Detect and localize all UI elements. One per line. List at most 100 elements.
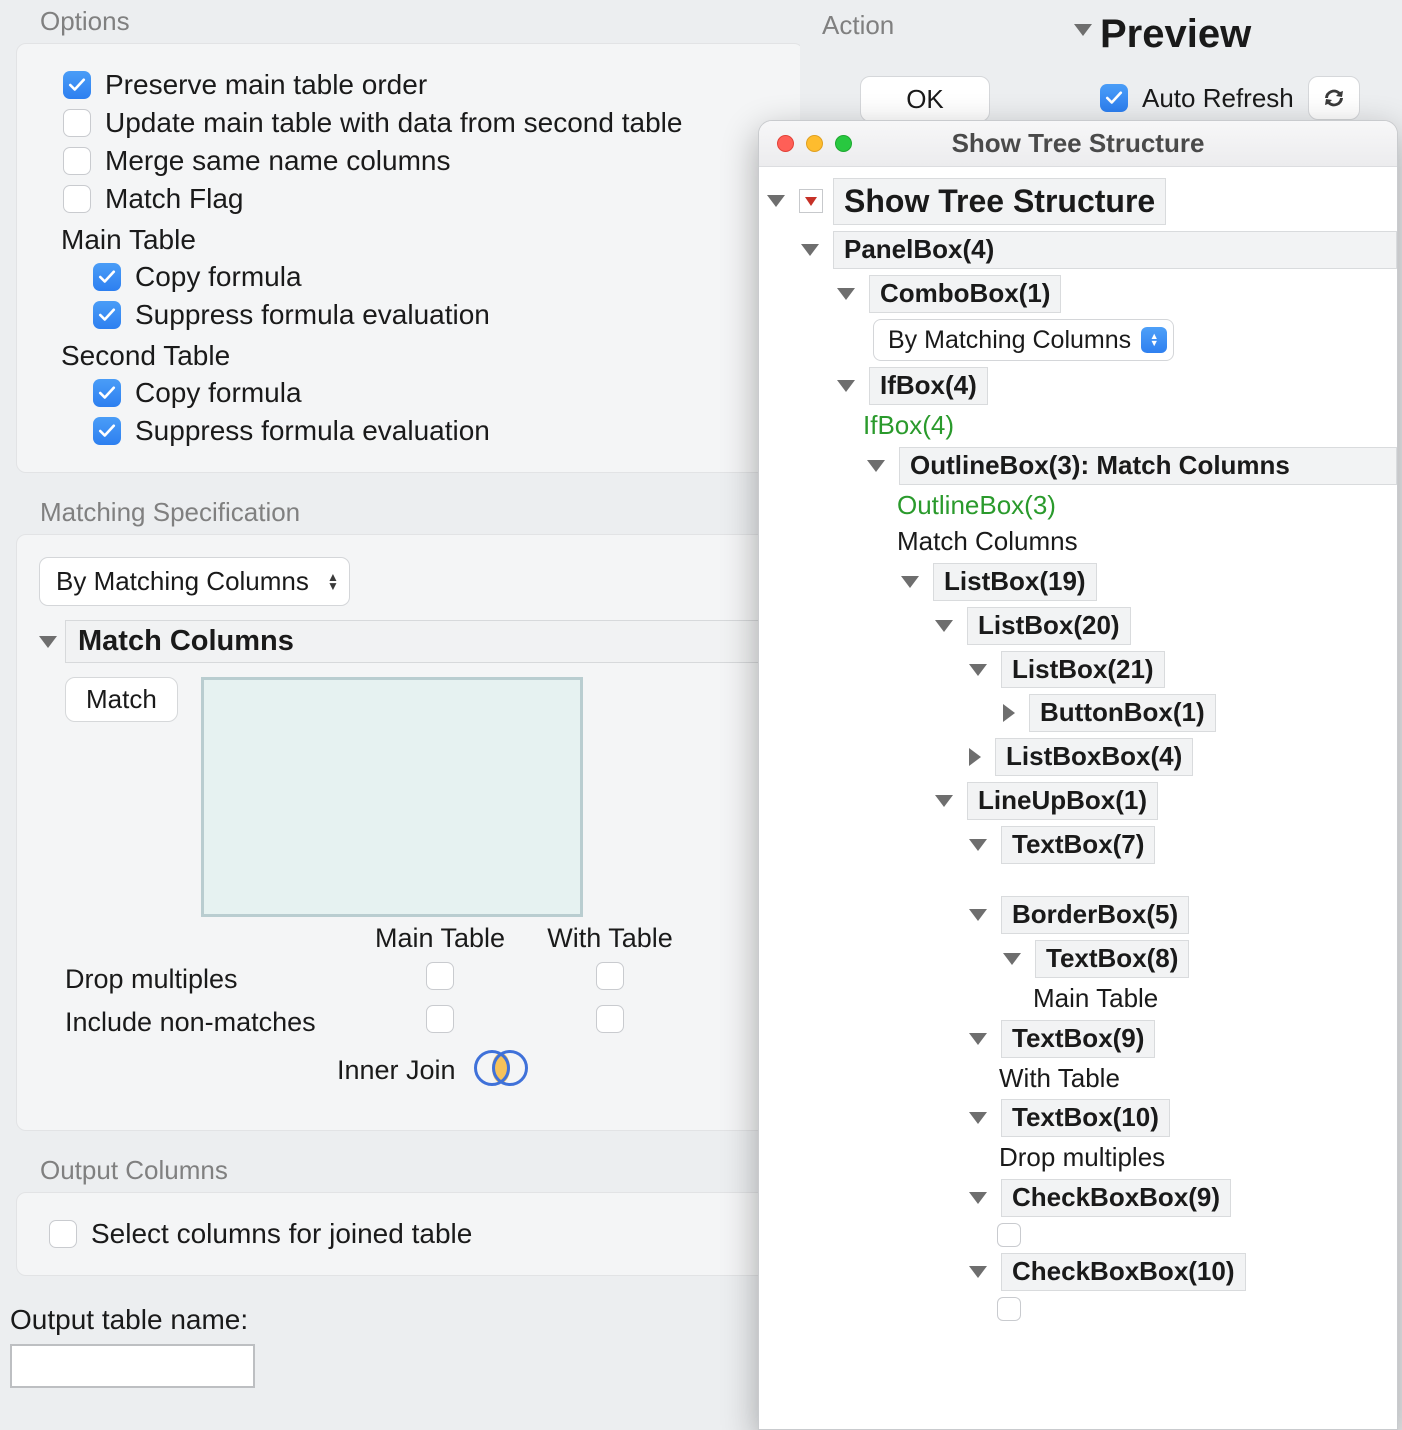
- disclosure-icon[interactable]: [767, 195, 785, 207]
- updown-icon: ▲▼: [327, 573, 339, 591]
- preview-disclosure-icon[interactable]: [1074, 24, 1092, 36]
- hotspot-icon[interactable]: [799, 189, 823, 213]
- checkbox-icon[interactable]: [63, 147, 91, 175]
- disclosure-icon[interactable]: [901, 576, 919, 588]
- disclosure-icon[interactable]: [969, 1192, 987, 1204]
- second-copy-formula[interactable]: Copy formula: [39, 374, 781, 412]
- node-listbox21[interactable]: ListBox(21): [1001, 651, 1165, 689]
- node-borderbox5[interactable]: BorderBox(5): [1001, 896, 1189, 934]
- output-table-name-input[interactable]: [10, 1344, 255, 1388]
- match-mode-select[interactable]: By Matching Columns ▲▼: [39, 557, 350, 606]
- match-drop-area[interactable]: [201, 677, 583, 917]
- checkbox-icon[interactable]: [93, 417, 121, 445]
- node-outlinebox-title: Match Columns: [895, 527, 1078, 557]
- node-listboxbox4[interactable]: ListBoxBox(4): [995, 738, 1193, 776]
- main-copy-formula[interactable]: Copy formula: [39, 258, 781, 296]
- node-lineupbox1[interactable]: LineUpBox(1): [967, 782, 1158, 820]
- node-checkboxbox10[interactable]: CheckBoxBox(10): [1001, 1253, 1246, 1291]
- opt-label: Update main table with data from second …: [105, 104, 682, 142]
- checkbox-icon[interactable]: [93, 263, 121, 291]
- node-ifbox-script[interactable]: IfBox(4): [861, 411, 954, 441]
- opt-label: Suppress formula evaluation: [135, 296, 490, 334]
- disclosure-icon[interactable]: [39, 636, 57, 648]
- select-value: By Matching Columns: [56, 566, 309, 596]
- output-section-label: Output Columns: [0, 1149, 820, 1192]
- select-cols-option[interactable]: Select columns for joined table: [39, 1215, 781, 1253]
- checkbox-icon[interactable]: [49, 1220, 77, 1248]
- node-ifbox[interactable]: IfBox(4): [869, 367, 988, 405]
- updown-icon: ▲▼: [1141, 327, 1167, 353]
- node-listbox19[interactable]: ListBox(19): [933, 563, 1097, 601]
- node-outlinebox[interactable]: OutlineBox(3): Match Columns: [899, 447, 1397, 485]
- disclosure-icon[interactable]: [935, 795, 953, 807]
- venn-icon: [474, 1050, 530, 1090]
- combo-value-select[interactable]: By Matching Columns ▲▼: [873, 319, 1174, 362]
- opt-match-flag[interactable]: Match Flag: [39, 180, 781, 218]
- text-maintable: Main Table: [1031, 984, 1158, 1014]
- disclosure-icon[interactable]: [1003, 953, 1021, 965]
- disclosure-icon[interactable]: [969, 909, 987, 921]
- node-combobox[interactable]: ComboBox(1): [869, 275, 1061, 313]
- join-type-label: Inner Join: [337, 1055, 456, 1086]
- disclosure-icon[interactable]: [969, 1112, 987, 1124]
- disclosure-icon[interactable]: [867, 460, 885, 472]
- opt-merge-cols[interactable]: Merge same name columns: [39, 142, 781, 180]
- checkbox-icon[interactable]: [63, 71, 91, 99]
- node-textbox7[interactable]: TextBox(7): [1001, 826, 1155, 864]
- disclosure-icon[interactable]: [801, 244, 819, 256]
- disclosure-icon[interactable]: [1003, 704, 1015, 722]
- auto-refresh-checkbox[interactable]: [1100, 84, 1128, 112]
- matching-panel: By Matching Columns ▲▼ Match Columns Mat…: [16, 534, 804, 1131]
- disclosure-icon[interactable]: [969, 839, 987, 851]
- disclosure-icon[interactable]: [837, 380, 855, 392]
- node-textbox10[interactable]: TextBox(10): [1001, 1099, 1170, 1137]
- chk-drop-with[interactable]: [596, 962, 624, 990]
- chk-incl-with[interactable]: [596, 1005, 624, 1033]
- node-listbox20[interactable]: ListBox(20): [967, 607, 1131, 645]
- disclosure-icon[interactable]: [969, 748, 981, 766]
- main-suppress-eval[interactable]: Suppress formula evaluation: [39, 296, 781, 334]
- tree-root[interactable]: Show Tree Structure: [833, 178, 1166, 225]
- node-textbox8[interactable]: TextBox(8): [1035, 940, 1189, 978]
- chk-incl-main[interactable]: [426, 1005, 454, 1033]
- disclosure-icon[interactable]: [969, 664, 987, 676]
- disclosure-icon[interactable]: [969, 1033, 987, 1045]
- tree-checkbox[interactable]: [997, 1223, 1021, 1247]
- node-panelbox[interactable]: PanelBox(4): [833, 231, 1397, 269]
- match-button[interactable]: Match: [65, 677, 178, 722]
- node-buttonbox1[interactable]: ButtonBox(1): [1029, 694, 1216, 732]
- node-textbox9[interactable]: TextBox(9): [1001, 1020, 1155, 1058]
- row-include-nonmatch: Include non-matches: [65, 1007, 355, 1038]
- combo-value: By Matching Columns: [888, 326, 1131, 354]
- match-columns-header[interactable]: Match Columns: [65, 620, 781, 663]
- opt-update-main[interactable]: Update main table with data from second …: [39, 104, 781, 142]
- checkbox-icon[interactable]: [93, 379, 121, 407]
- opt-label: Merge same name columns: [105, 142, 450, 180]
- opt-label: Suppress formula evaluation: [135, 412, 490, 450]
- second-suppress-eval[interactable]: Suppress formula evaluation: [39, 412, 781, 450]
- opt-label: Select columns for joined table: [91, 1215, 472, 1253]
- top-right-strip: Action OK Preview Auto Refresh: [800, 0, 1402, 120]
- node-outlinebox-script[interactable]: OutlineBox(3): [895, 491, 1056, 521]
- disclosure-icon[interactable]: [935, 620, 953, 632]
- ok-button[interactable]: OK: [860, 76, 990, 122]
- titlebar[interactable]: Show Tree Structure: [759, 121, 1397, 167]
- checkbox-icon[interactable]: [63, 109, 91, 137]
- checkbox-icon[interactable]: [93, 301, 121, 329]
- opt-label: Match Flag: [105, 180, 244, 218]
- preview-title: Preview: [1100, 12, 1251, 57]
- disclosure-icon[interactable]: [969, 1266, 987, 1278]
- node-checkboxbox9[interactable]: CheckBoxBox(9): [1001, 1179, 1231, 1217]
- action-section-label: Action: [822, 10, 894, 41]
- tree-body[interactable]: Show Tree Structure PanelBox(4) ComboBox…: [759, 167, 1397, 1429]
- text-dropmultiples: Drop multiples: [997, 1143, 1165, 1173]
- match-columns-body: Match Main Table With Table Drop multipl…: [39, 663, 781, 1108]
- refresh-icon: [1321, 87, 1347, 109]
- checkbox-icon[interactable]: [63, 185, 91, 213]
- chk-drop-main[interactable]: [426, 962, 454, 990]
- opt-preserve-order[interactable]: Preserve main table order: [39, 66, 781, 104]
- refresh-button[interactable]: [1308, 76, 1360, 120]
- disclosure-icon[interactable]: [837, 288, 855, 300]
- tree-checkbox[interactable]: [997, 1297, 1021, 1321]
- second-table-subhead: Second Table: [39, 334, 781, 374]
